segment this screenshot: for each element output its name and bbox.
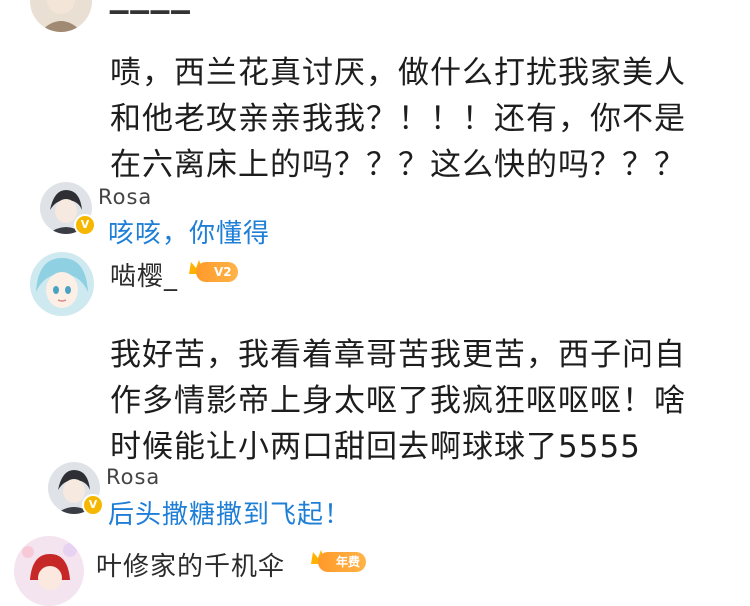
comment-line: 时候能让小两口甜回去啊球球了5555: [110, 429, 641, 465]
avatar[interactable]: [30, 0, 92, 32]
reply-username[interactable]: Rosa: [106, 465, 160, 489]
reply-username[interactable]: Rosa: [98, 185, 152, 209]
reply-text: 后头撒糖撒到飞起！: [108, 500, 352, 530]
avatar[interactable]: [30, 252, 94, 316]
username[interactable]: 叶修家的千机伞: [96, 546, 285, 583]
verified-icon: V: [74, 214, 96, 236]
username[interactable]: ▁▁▁▁: [110, 0, 192, 14]
comment-line: 和他老攻亲亲我我？！！！还有，你不是: [110, 101, 686, 137]
comment-line: 在六离床上的吗？？？这么快的吗？？？: [110, 147, 686, 183]
avatar[interactable]: [14, 536, 84, 606]
verified-icon: V: [82, 494, 104, 516]
comment-text: 我好苦，我看着章哥苦我更苦，西子问自 作多情影帝上身太呕了我疯狂呕呕呕！啥 时候…: [110, 332, 730, 470]
level-badge: 年费: [318, 552, 367, 572]
comment-text: 啧，西兰花真讨厌，做什么打扰我家美人 和他老攻亲亲我我？！！！还有，你不是 在六…: [110, 50, 730, 188]
comment-line: 作多情影帝上身太呕了我疯狂呕呕呕！啥: [110, 383, 686, 419]
comment-line: 我好苦，我看着章哥苦我更苦，西子问自: [110, 337, 686, 373]
comment-line: 啧，西兰花真讨厌，做什么打扰我家美人: [110, 55, 686, 91]
level-badge: V2: [196, 262, 238, 282]
reply-text: 咳咳，你懂得: [108, 219, 271, 249]
username[interactable]: 啮樱_: [110, 256, 178, 293]
